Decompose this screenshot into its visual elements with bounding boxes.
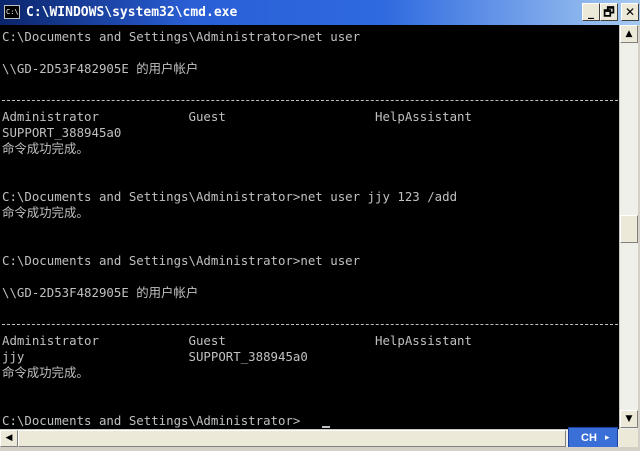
- scrollbar-corner: [619, 429, 638, 447]
- restore-button[interactable]: 🗗: [600, 3, 618, 21]
- text-cursor: [322, 426, 330, 428]
- console-line: C:\Documents and Settings\Administrator>…: [2, 29, 361, 44]
- console-line: C:\Documents and Settings\Administrator>…: [2, 189, 458, 204]
- console-line: C:\Documents and Settings\Administrator>…: [2, 253, 361, 268]
- window-title: C:\WINDOWS\system32\cmd.exe: [26, 5, 238, 20]
- cmd-icon: C:\: [4, 5, 20, 19]
- console-line: Administrator Guest HelpAssistant: [2, 333, 472, 348]
- console-line: 命令成功完成。: [2, 365, 89, 380]
- separator-line: [2, 100, 618, 101]
- scroll-up-arrow-icon[interactable]: ▲: [620, 25, 638, 43]
- vertical-scroll-thumb[interactable]: [620, 215, 638, 243]
- scroll-down-arrow-icon[interactable]: ▼: [620, 410, 638, 428]
- ime-language-label: CH: [581, 432, 597, 444]
- vertical-scrollbar[interactable]: ▲ ▼: [619, 25, 638, 429]
- title-bar[interactable]: C:\ C:\WINDOWS\system32\cmd.exe _ 🗗 ✕: [0, 0, 640, 25]
- separator-line: [2, 324, 618, 325]
- console-output[interactable]: C:\Documents and Settings\Administrator>…: [0, 25, 619, 429]
- window-frame-bottom: [0, 447, 640, 451]
- console-line: \\GD-2D53F482905E 的用户帐户: [2, 61, 199, 76]
- scroll-left-arrow-icon[interactable]: ◀: [0, 430, 18, 447]
- console-line: SUPPORT_388945a0: [2, 125, 122, 140]
- close-button[interactable]: ✕: [621, 3, 639, 21]
- ime-arrow-icon: ▸: [605, 433, 610, 443]
- command-prompt[interactable]: C:\Documents and Settings\Administrator>: [2, 413, 300, 429]
- console-line: jjy SUPPORT_388945a0: [2, 349, 308, 364]
- console-line: 命令成功完成。: [2, 205, 89, 220]
- ime-language-indicator[interactable]: CH ▸: [568, 427, 618, 448]
- console-line: Administrator Guest HelpAssistant: [2, 109, 472, 124]
- console-line: \\GD-2D53F482905E 的用户帐户: [2, 285, 199, 300]
- horizontal-scrollbar[interactable]: ◀: [0, 429, 619, 447]
- console-line: 命令成功完成。: [2, 141, 89, 156]
- horizontal-scroll-thumb[interactable]: [18, 430, 566, 447]
- minimize-button[interactable]: _: [582, 3, 600, 21]
